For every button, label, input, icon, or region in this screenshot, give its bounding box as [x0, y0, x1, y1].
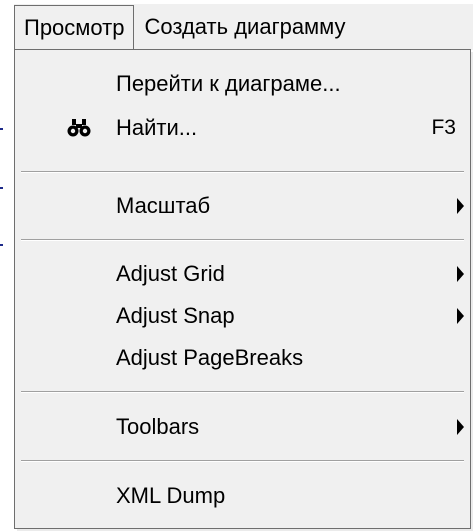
- menu-item-label: Adjust Grid: [116, 261, 225, 286]
- binoculars-icon: [67, 118, 91, 138]
- menu-item-go-to-diagram[interactable]: Перейти к диаграме...: [15, 64, 470, 104]
- background-mark: [0, 244, 3, 246]
- menu-item-label: Adjust Snap: [116, 303, 235, 328]
- menu-item-adjust-snap[interactable]: Adjust Snap: [15, 296, 470, 336]
- menu-view[interactable]: Просмотр: [14, 5, 135, 49]
- submenu-arrow-icon: [457, 308, 464, 324]
- menu-create-diagram[interactable]: Создать диаграмму: [134, 5, 355, 49]
- menu-item-shortcut: F3: [431, 116, 456, 139]
- menu-item-label: Перейти к диаграме...: [116, 71, 341, 96]
- menu-item-label: Найти...: [116, 115, 198, 140]
- screen: Просмотр Создать диаграмму Перейти к диа…: [0, 0, 473, 531]
- menu-separator: [21, 460, 464, 462]
- submenu-arrow-icon: [457, 198, 464, 214]
- menu-item-label: XML Dump: [116, 483, 226, 508]
- menu-separator: [21, 239, 464, 241]
- menu-item-toolbars[interactable]: Toolbars: [15, 407, 470, 447]
- menu-bar: Просмотр Создать диаграмму: [14, 4, 473, 50]
- menu-separator: [21, 171, 464, 173]
- background-mark: [0, 187, 3, 189]
- menu-item-zoom[interactable]: Масштаб: [15, 186, 470, 226]
- submenu-arrow-icon: [457, 266, 464, 282]
- background-mark: [0, 128, 3, 130]
- menu-item-label: Adjust PageBreaks: [116, 345, 304, 370]
- view-dropdown-menu: Перейти к диаграме... Найти... F3 Масшта…: [14, 49, 471, 529]
- menu-item-xml-dump[interactable]: XML Dump: [15, 476, 470, 516]
- menu-separator: [21, 391, 464, 393]
- submenu-arrow-icon: [457, 419, 464, 435]
- menu-item-label: Toolbars: [116, 414, 200, 439]
- menu-item-find[interactable]: Найти... F3: [15, 108, 470, 148]
- menu-item-adjust-pagebreaks[interactable]: Adjust PageBreaks: [15, 338, 470, 378]
- menu-item-label: Масштаб: [116, 193, 211, 218]
- menu-item-adjust-grid[interactable]: Adjust Grid: [15, 254, 470, 294]
